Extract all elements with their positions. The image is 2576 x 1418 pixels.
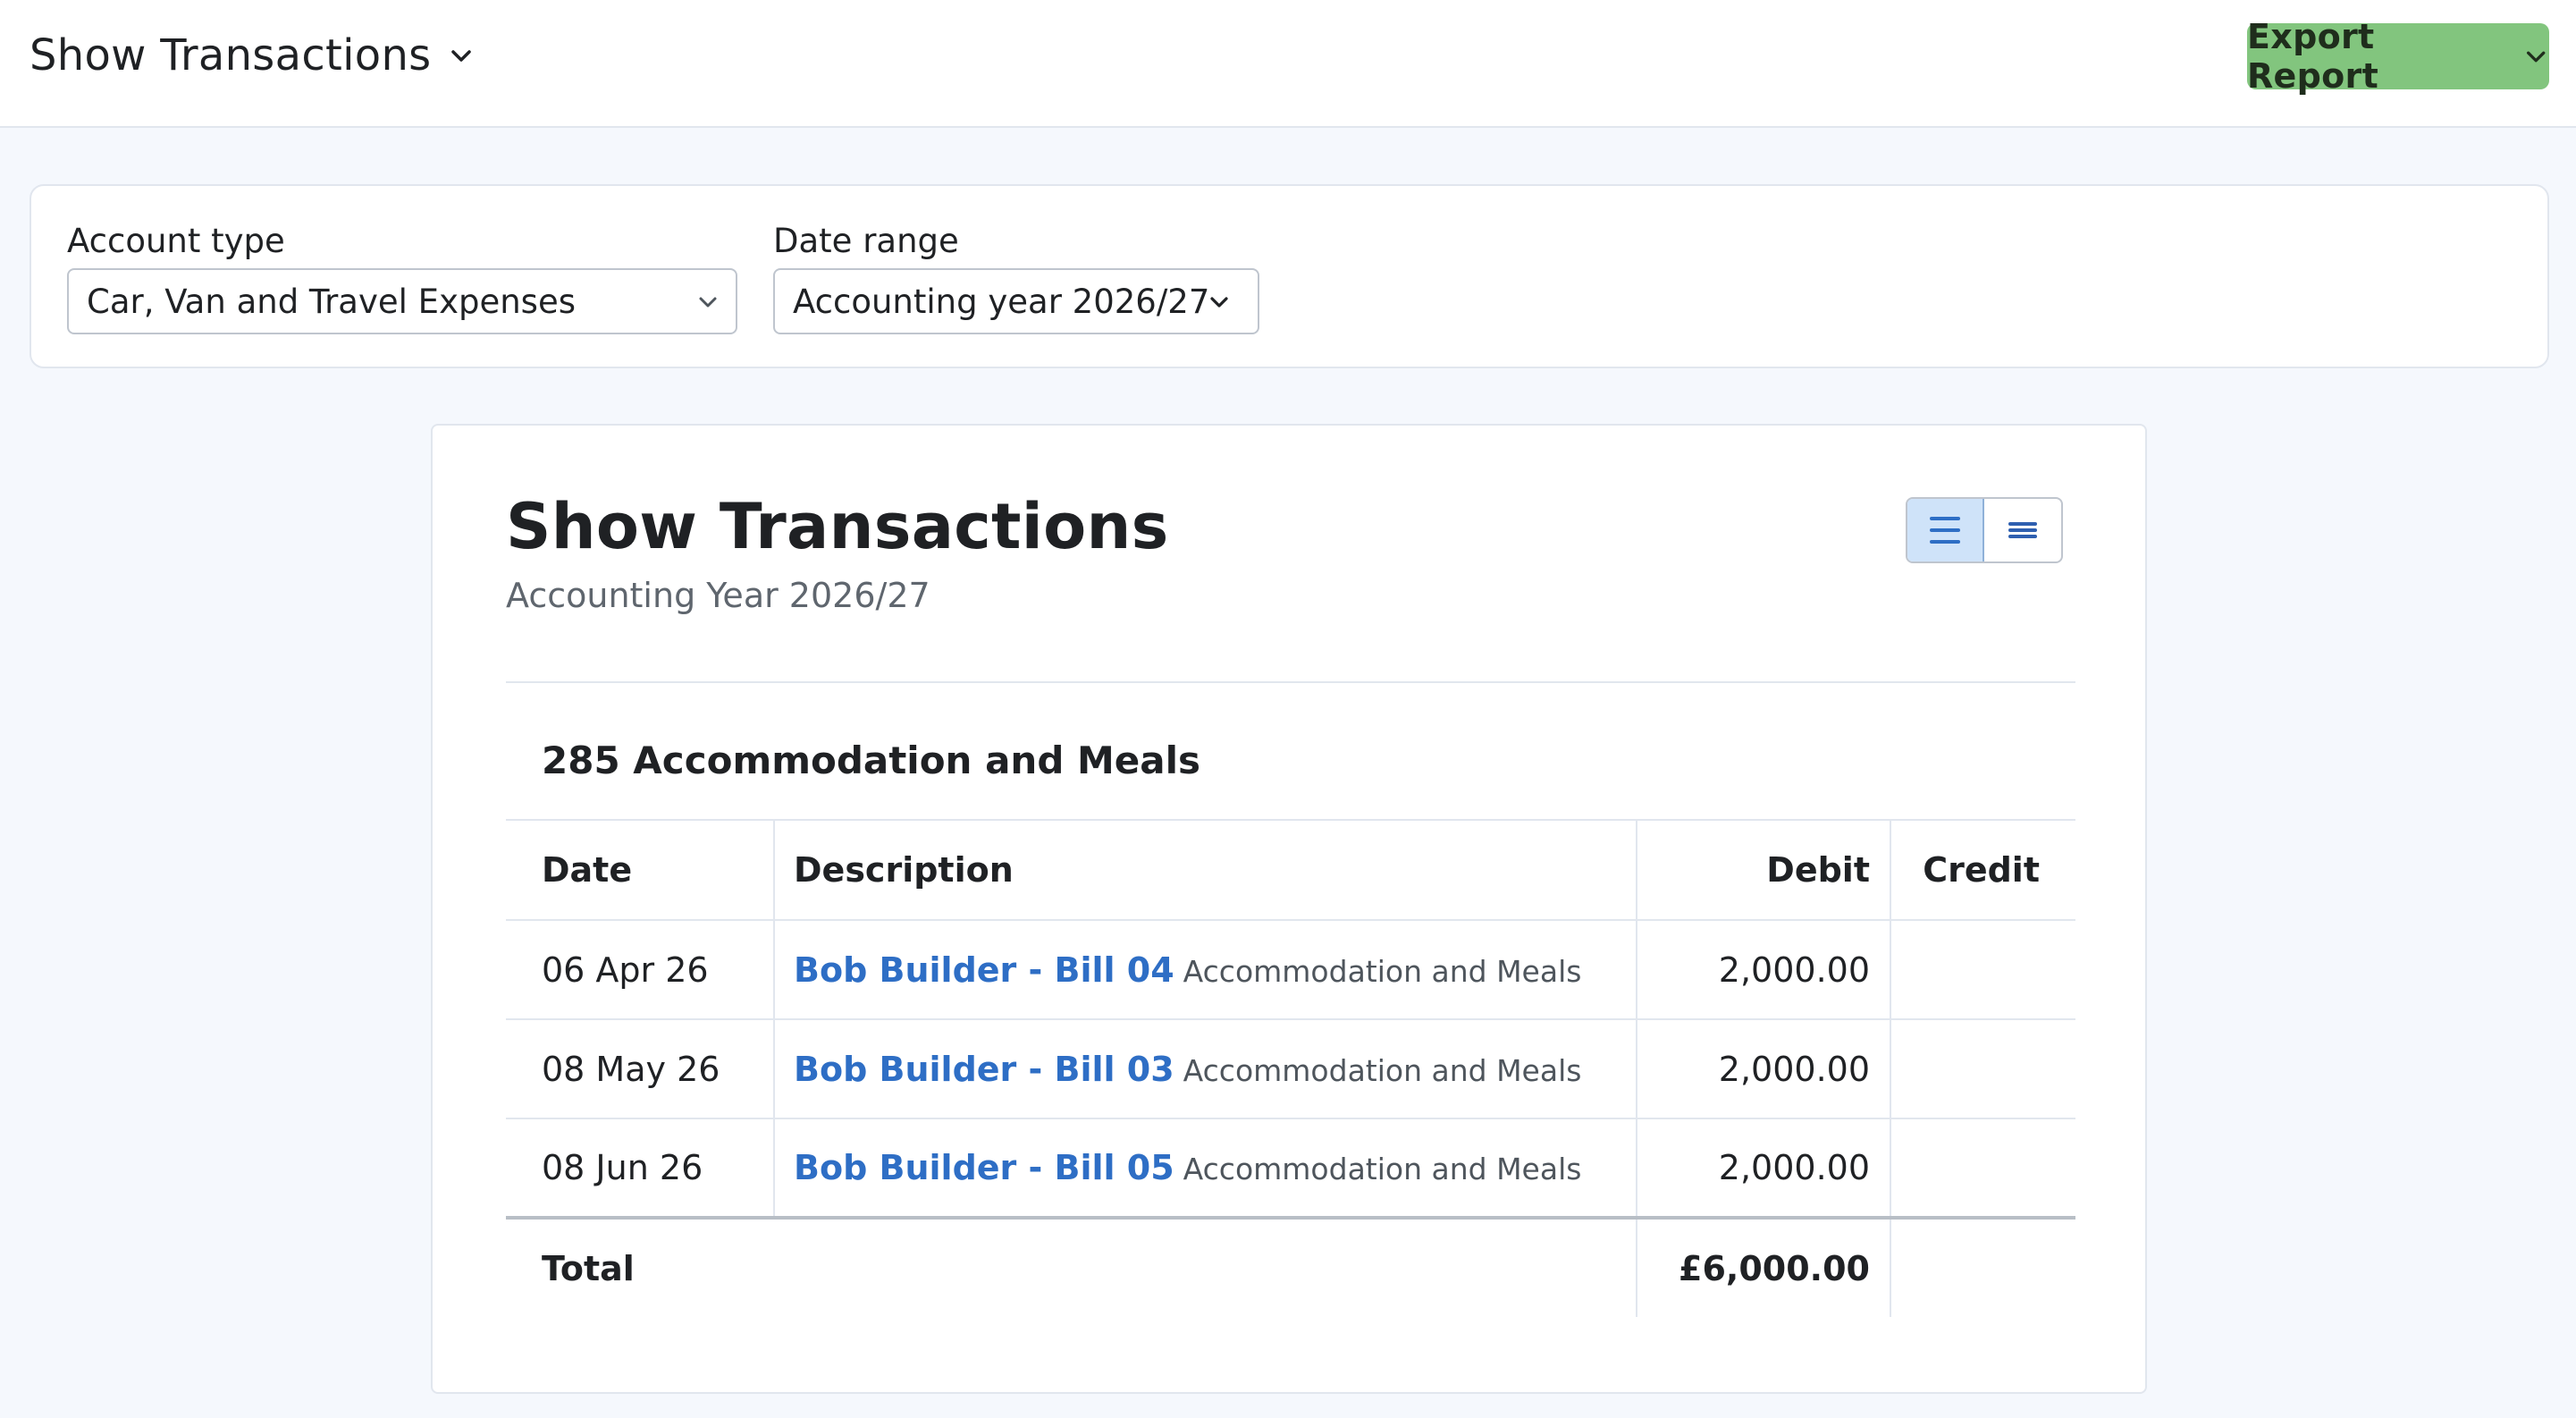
date-range-select[interactable]: Accounting year 2026/27 [773,268,1259,334]
column-header-credit: Credit [1890,821,2075,921]
chevron-down-icon [1210,297,1228,308]
compact-view-button[interactable] [1984,499,2061,561]
total-credit [1890,1218,2075,1317]
account-type-label: Account type [67,222,285,260]
report-subtitle: Accounting Year 2026/27 [506,576,930,615]
chevron-down-icon [699,297,717,308]
row-date: 08 May 26 [506,1019,775,1119]
page-title: Show Transactions [29,30,432,80]
row-date: 06 Apr 26 [506,920,775,1020]
report-divider [506,681,2075,683]
export-report-button[interactable]: Export Report [2247,17,2549,96]
row-description: Bob Builder - Bill 04 Accommodation and M… [774,920,1637,1020]
bill-link[interactable]: Bob Builder - Bill 05 [794,1148,1174,1187]
row-debit: 2,000.00 [1637,1019,1891,1119]
row-category: Accommodation and Meals [1183,953,1582,989]
list-compact-icon [2008,522,2037,538]
transactions-table: Date Description Debit Credit 06 Apr 26 … [506,821,2075,1317]
top-header: Show Transactions Export Report [0,0,2576,128]
column-header-debit: Debit [1637,821,1891,921]
table-row: 08 May 26 Bob Builder - Bill 03 Accommoda… [506,1019,2075,1119]
table-row: 08 Jun 26 Bob Builder - Bill 05 Accommoda… [506,1118,2075,1220]
account-section-heading: 285 Accommodation and Meals [506,685,2075,821]
page-title-dropdown[interactable]: Show Transactions [29,30,476,80]
row-date: 08 Jun 26 [506,1118,775,1220]
row-debit: 2,000.00 [1637,920,1891,1020]
row-category: Accommodation and Meals [1183,1152,1582,1186]
chevron-down-icon [451,50,472,62]
list-detailed-icon [1930,517,1960,544]
account-type-select[interactable]: Car, Van and Travel Expenses [67,268,737,334]
row-description: Bob Builder - Bill 03 Accommodation and M… [774,1019,1637,1119]
report-title: Show Transactions [506,490,1169,563]
date-range-value: Accounting year 2026/27 [793,282,1210,321]
table-row: 06 Apr 26 Bob Builder - Bill 04 Accommoda… [506,920,2075,1020]
view-toggle [1906,497,2063,563]
report-card: Show Transactions Accounting Year 2026/2… [431,424,2147,1394]
row-category: Accommodation and Meals [1183,1052,1582,1088]
row-credit [1890,1019,2075,1119]
total-spacer [774,1218,1637,1317]
date-range-label: Date range [773,222,959,260]
bill-link[interactable]: Bob Builder - Bill 03 [794,1050,1174,1089]
detailed-view-button[interactable] [1907,499,1984,561]
bill-link[interactable]: Bob Builder - Bill 04 [794,950,1174,990]
filters-panel: Account type Car, Van and Travel Expense… [29,184,2549,368]
total-row: Total £6,000.00 [506,1218,2075,1317]
chevron-down-icon [2526,51,2546,63]
account-section-title: 285 Accommodation and Meals [542,739,1201,782]
total-label: Total [542,1248,635,1288]
row-debit: 2,000.00 [1637,1118,1891,1220]
row-description: Bob Builder - Bill 05 Accommodation and M… [774,1118,1637,1220]
column-header-description: Description [774,821,1637,921]
total-debit: £6,000.00 [1637,1218,1891,1317]
column-header-date: Date [506,821,775,921]
export-report-label: Export Report [2247,17,2379,96]
row-credit [1890,920,2075,1020]
row-credit [1890,1118,2075,1220]
account-type-value: Car, Van and Travel Expenses [87,282,576,321]
table-header-row: Date Description Debit Credit [506,821,2075,921]
